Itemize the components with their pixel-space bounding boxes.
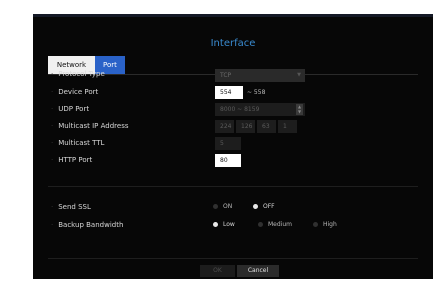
backup-bandwidth-high-radio[interactable]: High — [313, 221, 337, 228]
device-port-input[interactable]: 554 — [215, 86, 243, 99]
send-ssl-label: · Send SSL — [51, 203, 91, 211]
chevron-down-icon: ▼ — [297, 72, 301, 78]
send-ssl-off-radio[interactable]: OFF — [253, 203, 275, 210]
footer-divider — [48, 258, 418, 259]
device-port-range-end: ~ 558 — [247, 89, 266, 96]
cancel-button[interactable]: Cancel — [237, 265, 279, 277]
udp-port-label: · UDP Port — [51, 105, 90, 113]
protocol-type-select[interactable]: TCP ▼ — [215, 69, 305, 82]
udp-port-value: 8000 ~ 8159 — [220, 106, 260, 113]
radio-selected-icon — [253, 204, 258, 209]
udp-port-input[interactable]: 8000 ~ 8159 ▲ ▼ — [215, 103, 305, 116]
multicast-ip-octet-3[interactable]: 63 — [257, 120, 276, 133]
multicast-ip-octet-2[interactable]: 126 — [236, 120, 255, 133]
backup-bandwidth-low-radio[interactable]: Low — [213, 221, 235, 228]
multicast-ttl-label: · Multicast TTL — [51, 139, 105, 147]
dialog-title: Interface — [210, 38, 256, 49]
radio-icon — [213, 204, 218, 209]
bullet-icon: · — [51, 105, 54, 113]
bullet-icon: · — [51, 139, 54, 147]
backup-bandwidth-medium-radio[interactable]: Medium — [258, 221, 292, 228]
radio-icon — [313, 222, 318, 227]
spinner-icon[interactable]: ▲ ▼ — [296, 104, 303, 115]
radio-selected-icon — [213, 222, 218, 227]
multicast-ttl-input[interactable]: 5 — [215, 137, 241, 150]
device-port-label: · Device Port — [51, 88, 99, 96]
backup-bandwidth-label: · Backup Bandwidth — [51, 221, 124, 229]
interface-dialog: Interface Network Port · Protocol Type TC… — [33, 14, 433, 279]
radio-icon — [258, 222, 263, 227]
bullet-icon: · — [51, 156, 54, 164]
bullet-icon: · — [51, 203, 54, 211]
bullet-icon: · — [51, 88, 54, 96]
protocol-type-label: · Protocol Type — [51, 70, 105, 78]
http-port-label: · HTTP Port — [51, 156, 93, 164]
top-strip — [33, 14, 433, 17]
protocol-type-value: TCP — [220, 72, 232, 79]
ok-button[interactable]: OK — [200, 265, 235, 277]
send-ssl-on-radio[interactable]: ON — [213, 203, 232, 210]
bullet-icon: · — [51, 122, 54, 130]
multicast-ip-octet-4[interactable]: 1 — [278, 120, 297, 133]
bullet-icon: · — [51, 221, 54, 229]
section-divider — [48, 186, 418, 187]
http-port-input[interactable]: 80 — [215, 154, 241, 167]
bullet-icon: · — [51, 70, 54, 78]
multicast-ip-octet-1[interactable]: 224 — [215, 120, 234, 133]
multicast-ip-label: · Multicast IP Address — [51, 122, 129, 130]
